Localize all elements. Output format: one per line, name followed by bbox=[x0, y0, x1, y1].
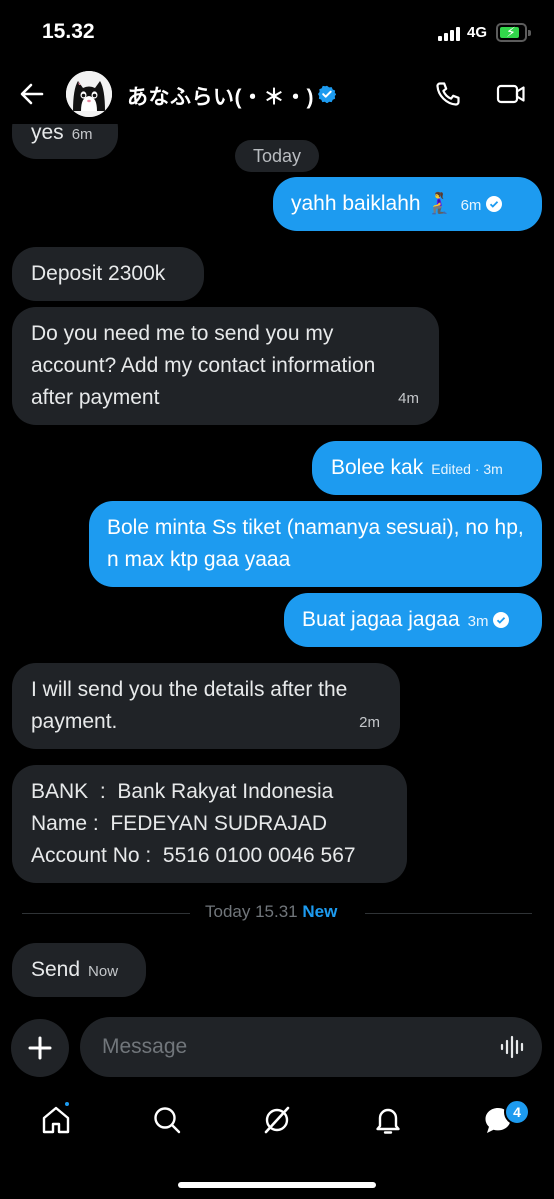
message-outgoing[interactable]: Bole minta Ss tiket (namanya sesuai), no… bbox=[89, 501, 542, 587]
message-incoming[interactable]: I will send you the details after the pa… bbox=[12, 663, 400, 749]
message-text: Bole minta Ss tiket (namanya sesuai), no… bbox=[107, 516, 524, 571]
message-incoming[interactable]: Deposit 2300k bbox=[12, 247, 204, 301]
new-messages-divider: Today 15.31 New bbox=[205, 902, 337, 922]
message-input[interactable] bbox=[102, 1017, 482, 1077]
message-text: Buat jagaa jagaa bbox=[302, 608, 460, 631]
message-text: Deposit 2300k bbox=[31, 262, 166, 285]
day-separator: Today bbox=[235, 140, 319, 172]
sent-check-icon bbox=[486, 196, 503, 212]
message-time: 2m bbox=[359, 714, 380, 731]
message-text: Bolee kak bbox=[331, 456, 424, 479]
message-outgoing[interactable]: Buat jagaa jagaa 3m bbox=[284, 593, 542, 647]
grok-icon[interactable] bbox=[261, 1104, 293, 1136]
cat-avatar-icon bbox=[66, 71, 112, 117]
new-label: New bbox=[302, 902, 338, 921]
message-text: Send bbox=[31, 958, 81, 981]
avatar[interactable] bbox=[66, 71, 112, 117]
conversation-header: あなふらい(・＊・) bbox=[0, 62, 554, 124]
notifications-bell-icon[interactable] bbox=[372, 1104, 404, 1136]
message-incoming[interactable]: BANK : Bank Rakyat Indonesia Name : FEDE… bbox=[12, 765, 407, 883]
phone-call-icon[interactable] bbox=[434, 80, 462, 108]
verified-badge-icon bbox=[318, 85, 336, 103]
message-outgoing[interactable]: yahh baiklahh 🧎‍♀️ 6m bbox=[273, 177, 542, 231]
contact-name[interactable]: あなふらい(・＊・) bbox=[127, 81, 314, 111]
home-icon[interactable] bbox=[40, 1104, 72, 1136]
bottom-navigation bbox=[0, 1090, 554, 1160]
message-time: Now bbox=[88, 963, 119, 980]
message-incoming[interactable]: Send Now bbox=[12, 943, 146, 997]
search-icon[interactable] bbox=[151, 1104, 183, 1136]
message-text: yahh baiklahh 🧎‍♀️ bbox=[291, 192, 453, 215]
message-text: yes bbox=[31, 121, 64, 144]
back-arrow-icon[interactable] bbox=[18, 80, 46, 108]
message-time: 4m bbox=[398, 383, 419, 415]
add-attachment-button[interactable] bbox=[11, 1019, 69, 1077]
voice-message-icon[interactable] bbox=[500, 1034, 526, 1060]
sent-check-icon bbox=[493, 612, 510, 628]
messages-badge: 4 bbox=[504, 1099, 530, 1125]
divider-label: Today 15.31 bbox=[205, 902, 298, 921]
divider-line-left bbox=[22, 913, 190, 914]
message-text: I will send you the details after the pa… bbox=[31, 678, 348, 733]
message-text: Do you need me to send you my account? A… bbox=[31, 322, 376, 409]
chat-thread[interactable]: yes 6m Today yahh baiklahh 🧎‍♀️ 6m Deposit… bbox=[0, 0, 554, 1010]
video-call-icon[interactable] bbox=[496, 80, 526, 108]
message-time: Edited · 3m bbox=[431, 461, 503, 477]
home-indicator bbox=[178, 1182, 376, 1188]
message-text: BANK : Bank Rakyat Indonesia Name : FEDE… bbox=[31, 780, 356, 867]
message-incoming[interactable]: Do you need me to send you my account? A… bbox=[12, 307, 439, 425]
message-time: 6m bbox=[460, 197, 482, 214]
message-composer bbox=[80, 1017, 542, 1077]
message-outgoing[interactable]: Bolee kak Edited · 3m bbox=[312, 441, 542, 495]
home-notification-dot bbox=[63, 1100, 71, 1108]
message-time: 3m bbox=[467, 613, 489, 630]
plus-icon bbox=[28, 1036, 52, 1060]
divider-line-right bbox=[365, 913, 532, 914]
